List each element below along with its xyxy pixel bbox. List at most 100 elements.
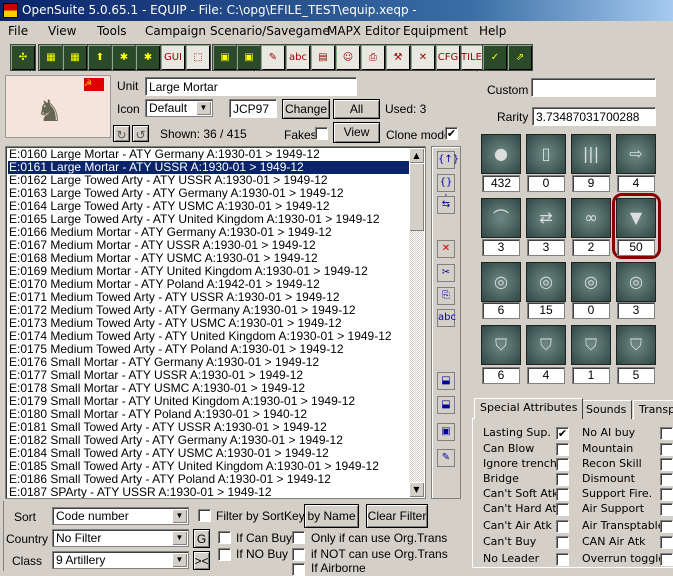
sort-select[interactable]: Code number ▼ [52, 507, 189, 525]
country-select[interactable]: No Filter ▼ [52, 529, 189, 547]
stat-value-arc-defense[interactable]: 5 [617, 367, 655, 384]
stat-value-movement[interactable]: 4 [617, 175, 655, 192]
redo-icon[interactable]: ↻ [113, 125, 130, 142]
xxx-icon[interactable]: ✱ [111, 44, 137, 71]
unit-name-input[interactable] [145, 77, 357, 96]
undo-icon[interactable]: ↺ [132, 125, 149, 142]
cut-icon[interactable]: ✂ [437, 264, 455, 282]
menu-view[interactable]: View [48, 24, 76, 38]
attr-checkbox[interactable] [660, 553, 673, 566]
copy-icon[interactable]: ⎘ [437, 287, 455, 305]
menu-help[interactable]: Help [479, 24, 506, 38]
icon-select[interactable]: Default ▼ [145, 99, 213, 117]
menu-file[interactable]: File [8, 24, 28, 38]
build-icon[interactable]: ⚒ [385, 44, 411, 71]
if-airborne-checkbox[interactable] [292, 563, 305, 576]
folder-icon[interactable]: ▣ [437, 423, 455, 441]
stat-value-initiative[interactable]: 3 [527, 239, 565, 256]
chevron-down-icon[interactable]: ▼ [172, 531, 187, 545]
chevron-down-icon[interactable]: ▼ [172, 509, 187, 523]
rename-icon[interactable]: abc [437, 309, 456, 327]
attr-checkbox[interactable] [660, 503, 673, 516]
map-edit-icon[interactable]: ▦ [62, 44, 88, 71]
clear-filter-button[interactable]: Clear Filter [366, 504, 428, 528]
clone-mode-checkbox[interactable]: ✔ [445, 127, 458, 140]
attr-checkbox[interactable] [556, 473, 569, 486]
stat-value-ground-defense[interactable]: 6 [482, 367, 520, 384]
attr-checkbox[interactable] [556, 458, 569, 471]
stat-value-air-defense[interactable]: 4 [527, 367, 565, 384]
stat-value-close-defense[interactable]: 1 [572, 367, 610, 384]
attr-checkbox[interactable]: ✔ [556, 427, 569, 440]
custom-input[interactable] [531, 78, 656, 97]
stat-value-ammo[interactable]: 9 [572, 175, 610, 192]
chevron-down-icon[interactable]: ▼ [172, 553, 187, 567]
check-icon[interactable]: ✓ [482, 44, 508, 71]
swap-icon[interactable]: ⇆ [437, 196, 455, 214]
tab-transport[interactable]: Transp [633, 400, 673, 419]
attr-checkbox[interactable] [660, 488, 673, 501]
stat-value-cost-coin[interactable]: 432 [482, 175, 520, 192]
icon-code-input[interactable] [229, 99, 277, 118]
tab-sounds[interactable]: Sounds [580, 400, 633, 419]
attr-checkbox[interactable] [660, 473, 673, 486]
swap-button[interactable]: >< [193, 551, 210, 570]
attr-checkbox[interactable] [556, 503, 569, 516]
delete-icon[interactable]: ✕ [437, 240, 455, 258]
if-can-buy-checkbox[interactable] [218, 531, 231, 544]
stat-value-soft-attack-target[interactable]: 6 [482, 302, 520, 319]
change-button[interactable]: Change [282, 99, 330, 119]
attr-checkbox[interactable] [556, 553, 569, 566]
notes-icon[interactable]: ▤ [310, 44, 336, 71]
menu-equipment[interactable]: Equipment [403, 24, 468, 38]
menu-tools[interactable]: Tools [97, 24, 127, 38]
save-as-icon[interactable]: ▣ [236, 44, 262, 71]
select-icon[interactable]: ⬚ [185, 44, 211, 71]
filter-sortkey-checkbox[interactable] [198, 509, 211, 522]
load-icon[interactable]: ⬆ [87, 44, 113, 71]
attr-checkbox[interactable] [556, 536, 569, 549]
g-button[interactable]: G [193, 529, 210, 548]
attr-checkbox[interactable] [556, 520, 569, 533]
delete-x-icon[interactable]: ✕ [410, 44, 436, 71]
stat-value-spotting-binoculars[interactable]: 2 [572, 239, 610, 256]
spell-check-icon[interactable]: abc [285, 44, 311, 71]
export-icon[interactable]: ⇗ [507, 44, 533, 71]
stat-value-air-target[interactable]: 0 [572, 302, 610, 319]
attr-checkbox[interactable] [556, 488, 569, 501]
unit-move-icon[interactable]: ✣ [10, 44, 36, 71]
attr-checkbox[interactable] [660, 536, 673, 549]
class-select[interactable]: 9 Artillery ▼ [52, 551, 189, 569]
save-icon[interactable]: ▣ [212, 44, 238, 71]
stat-value-infantry-target[interactable]: 15 [527, 302, 565, 319]
unit-icon[interactable]: ✱ [135, 44, 161, 71]
view-button[interactable]: View [333, 122, 380, 143]
scroll-up-icon[interactable]: ▲ [409, 148, 424, 163]
attr-checkbox[interactable] [660, 427, 673, 440]
cfg-icon[interactable]: CFG [435, 44, 461, 71]
menu-mapx-editor[interactable]: MAPX Editor [327, 24, 400, 38]
stat-value-range-arc[interactable]: 3 [482, 239, 520, 256]
attr-checkbox[interactable] [556, 443, 569, 456]
only-org-trans-checkbox[interactable] [292, 531, 305, 544]
stat-value-fuel-can[interactable]: 0 [527, 175, 565, 192]
fakes-checkbox[interactable] [315, 127, 328, 140]
eraser-icon[interactable]: ✎ [260, 44, 286, 71]
move-down-icon[interactable]: {}↓ [437, 174, 455, 204]
move-up-icon[interactable]: {↑} [437, 151, 459, 169]
stat-value-shell[interactable]: 50 [617, 239, 655, 256]
equipment-list[interactable]: E:0160 Large Mortar - ATY Germany A:1930… [5, 146, 426, 499]
scroll-thumb[interactable] [409, 163, 424, 231]
by-name-button[interactable]: by Name [304, 504, 359, 528]
list-scrollbar[interactable]: ▲ ▼ [409, 148, 424, 497]
tab-special-attributes[interactable]: Special Attributes [474, 398, 584, 419]
print-icon[interactable]: ⎙ [360, 44, 386, 71]
edit-icon[interactable]: ✎ [437, 449, 455, 467]
attr-checkbox[interactable] [660, 443, 673, 456]
list-item[interactable]: E:0187 SPArty - ATY USSR A:1930-01 > 194… [8, 486, 411, 499]
scroll-down-icon[interactable]: ▼ [409, 482, 424, 497]
import-icon[interactable]: ⬓ [437, 372, 455, 390]
leader-icon[interactable]: ☺ [335, 44, 361, 71]
not-org-trans-checkbox[interactable] [292, 548, 305, 561]
menu-campaign[interactable]: Campaign [145, 24, 206, 38]
